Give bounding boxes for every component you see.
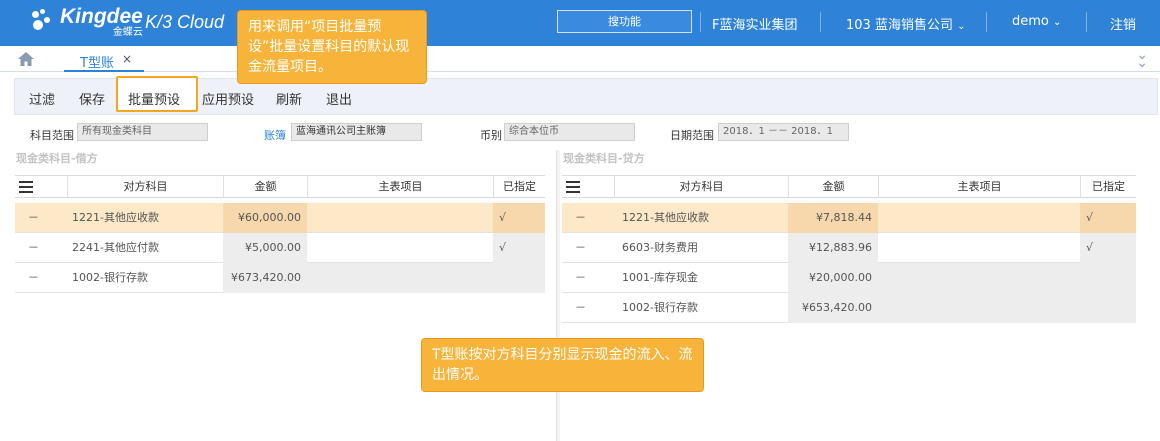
book-label-link[interactable]: 账簿 [264, 127, 286, 143]
close-icon[interactable]: × [122, 52, 132, 66]
main-item-cell[interactable] [878, 263, 1136, 293]
grid-header: 对方科目 金额 主表项目 已指定 [15, 175, 545, 198]
counter-account-cell[interactable]: 6603-财务费用 [622, 233, 787, 263]
main-item-cell[interactable] [307, 263, 545, 293]
main-item-cell[interactable] [878, 203, 1080, 233]
row-mark: － [575, 271, 586, 284]
counter-account-cell[interactable]: 2241-其他应付款 [72, 233, 222, 263]
table-row[interactable]: － 6603-财务费用 ¥12,883.96 √ [562, 233, 1136, 263]
header-divider [986, 12, 987, 32]
kingdee-logo: Kingdee 金蝶云 [30, 6, 143, 38]
amount-cell: ¥5,000.00 [223, 233, 307, 263]
brand-name: Kingdee [60, 5, 143, 28]
column-header[interactable]: 已指定 [493, 176, 545, 198]
column-settings[interactable] [562, 176, 614, 198]
column-list-icon [566, 181, 580, 193]
main-item-cell[interactable] [878, 293, 1136, 323]
column-header[interactable]: 对方科目 [614, 176, 788, 198]
function-search-input[interactable]: 搜功能 [557, 10, 692, 33]
callout-t-account: T型账按对方科目分别显示现金的流入、流出情况。 [421, 338, 704, 392]
row-mark: － [575, 241, 586, 254]
main-item-cell[interactable] [878, 233, 1080, 263]
amount-cell: ¥673,420.00 [223, 263, 307, 293]
counter-account-cell[interactable]: 1221-其他应收款 [72, 203, 222, 233]
debit-section-title: 现金类科目-借方 [16, 152, 98, 165]
table-row[interactable]: － 1221-其他应收款 ¥60,000.00 √ [15, 203, 545, 233]
table-row[interactable]: － 2241-其他应付款 ¥5,000.00 √ [15, 233, 545, 263]
chevron-down-icon: ⌄ [957, 21, 966, 32]
book-field[interactable]: 蓝海通讯公司主账簿 [291, 123, 422, 141]
column-header[interactable]: 金额 [223, 176, 307, 198]
tab-bar: T型账 × ⌄ ⌄ [0, 46, 1160, 72]
chevron-down-icon: ⌄ [1053, 17, 1062, 28]
amount-cell: ¥7,818.44 [788, 203, 878, 233]
user-label: demo [1012, 14, 1049, 29]
brand-sub: 金蝶云 [112, 27, 143, 38]
table-row[interactable]: － 1002-银行存款 ¥653,420.00 [562, 293, 1136, 323]
row-mark: － [28, 271, 39, 284]
column-list-icon [19, 181, 33, 193]
exit-button[interactable]: 退出 [326, 89, 352, 108]
org-selector[interactable]: 103 蓝海销售公司 ⌄ [846, 14, 965, 33]
column-settings[interactable] [15, 176, 67, 198]
assigned-cell: √ [493, 233, 545, 263]
column-header[interactable]: 对方科目 [67, 176, 223, 198]
row-mark: － [575, 211, 586, 224]
product-name: K/3 Cloud [145, 12, 225, 32]
table-row[interactable]: － 1221-其他应收款 ¥7,818.44 √ [562, 203, 1136, 233]
header-divider [820, 12, 821, 32]
credit-section-title: 现金类科目-贷方 [563, 152, 645, 165]
amount-cell: ¥60,000.00 [223, 203, 307, 233]
user-menu[interactable]: demo ⌄ [1012, 14, 1061, 29]
counter-account-cell[interactable]: 1002-银行存款 [622, 293, 787, 323]
row-mark: － [575, 301, 586, 314]
batch-preset-button[interactable]: 批量预设 [128, 89, 180, 108]
grid-header: 对方科目 金额 主表项目 已指定 [562, 175, 1136, 198]
row-mark: － [28, 241, 39, 254]
counter-account-cell[interactable]: 1221-其他应收款 [622, 203, 787, 233]
column-header[interactable]: 已指定 [1080, 176, 1136, 198]
kingdee-logo-icon [30, 9, 56, 35]
account-range-field[interactable]: 所有现金类科目 [77, 123, 208, 141]
double-chevron-down-icon[interactable]: ⌄ ⌄ [1136, 48, 1148, 70]
header-divider [1086, 12, 1087, 32]
tab-t-account[interactable]: T型账 × [64, 46, 144, 72]
column-header[interactable]: 金额 [788, 176, 878, 198]
account-range-label: 科目范围 [30, 129, 74, 142]
column-header[interactable]: 主表项目 [307, 176, 493, 198]
panel-splitter[interactable] [556, 150, 560, 441]
org-label: 103 蓝海销售公司 [846, 18, 953, 33]
date-range-field[interactable]: 2018．1 －－ 2018．1 [718, 123, 849, 141]
tab-label: T型账 [80, 56, 114, 71]
callout-batch-preset: 用来调用“项目批量预设”批量设置科目的默认现金流量项目。 [237, 10, 427, 84]
assigned-cell: √ [493, 203, 545, 233]
amount-cell: ¥653,420.00 [788, 293, 878, 323]
table-row[interactable]: － 1001-库存现金 ¥20,000.00 [562, 263, 1136, 293]
assigned-cell: √ [1080, 203, 1136, 233]
main-item-cell[interactable] [307, 203, 493, 233]
refresh-button[interactable]: 刷新 [276, 89, 302, 108]
amount-cell: ¥20,000.00 [788, 263, 878, 293]
date-range-label: 日期范围 [670, 129, 714, 142]
apply-preset-button[interactable]: 应用预设 [202, 89, 254, 108]
top-header: Kingdee 金蝶云 K/3 Cloud 搜功能 F蓝海实业集团 103 蓝海… [0, 0, 1160, 46]
toolbar: 过滤 保存 批量预设 应用预设 刷新 退出 [14, 76, 1158, 115]
counter-account-cell[interactable]: 1002-银行存款 [72, 263, 222, 293]
column-header[interactable]: 主表项目 [878, 176, 1080, 198]
main-item-cell[interactable] [307, 233, 493, 263]
row-mark: － [28, 211, 39, 224]
header-divider [700, 12, 701, 32]
currency-label: 币别 [480, 129, 502, 142]
home-icon[interactable] [18, 52, 34, 66]
assigned-cell: √ [1080, 233, 1136, 263]
amount-cell: ¥12,883.96 [788, 233, 878, 263]
logout-link[interactable]: 注销 [1110, 14, 1136, 33]
filter-button[interactable]: 过滤 [29, 89, 55, 108]
counter-account-cell[interactable]: 1001-库存现金 [622, 263, 787, 293]
currency-field[interactable]: 综合本位币 [504, 123, 635, 141]
save-button[interactable]: 保存 [79, 89, 105, 108]
table-row[interactable]: － 1002-银行存款 ¥673,420.00 [15, 263, 545, 293]
group-selector[interactable]: F蓝海实业集团 [712, 14, 797, 33]
